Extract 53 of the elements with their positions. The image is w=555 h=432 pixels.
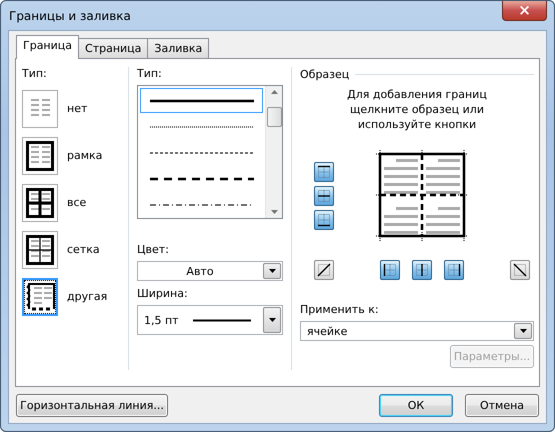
border-toggle-button[interactable] <box>314 260 334 280</box>
preview-hint: Для добавления границ щелкните образец или используйте кнопки <box>346 87 488 132</box>
preset-label: нет <box>67 102 88 115</box>
dialog-button[interactable]: Отмена <box>465 394 539 417</box>
dropdown-arrow-icon <box>520 329 526 333</box>
width-value: 1,5 пт <box>144 314 179 326</box>
apply-to-value: ячейке <box>307 324 348 338</box>
tab[interactable]: Заливка <box>147 38 210 58</box>
border-preset-button[interactable] <box>22 278 58 316</box>
line-style-option[interactable] <box>140 88 263 113</box>
border-preset-button[interactable] <box>22 184 58 222</box>
apply-to-label: Применить к: <box>300 303 380 317</box>
tab[interactable]: Страница <box>78 38 148 58</box>
border-toggle-button[interactable] <box>380 260 400 280</box>
preset-label: другая <box>67 290 108 303</box>
line-sample-icon <box>150 202 254 208</box>
dropdown-arrow-icon <box>268 318 276 322</box>
dropdown-arrow-icon <box>268 269 276 273</box>
dialog-button[interactable]: ОК <box>379 394 453 417</box>
border-toggle-button[interactable] <box>314 162 334 182</box>
border-preset-button[interactable] <box>22 136 58 174</box>
line-sample-icon <box>150 98 254 104</box>
line-style-list[interactable] <box>137 85 283 219</box>
preset-label: все <box>67 196 86 209</box>
width-label: Ширина: <box>137 287 189 301</box>
preset-label: сетка <box>67 243 100 256</box>
horizontal-line-button[interactable]: Горизонтальная линия... <box>16 394 168 417</box>
width-dropdown[interactable]: 1,5 пт <box>137 305 283 335</box>
border-toggle-button[interactable] <box>412 260 432 280</box>
border-toggle-button[interactable] <box>444 260 464 280</box>
border-toggle-button[interactable] <box>510 260 530 280</box>
color-dropdown[interactable]: Авто <box>137 261 283 281</box>
color-label: Цвет: <box>137 243 170 257</box>
scrollbar[interactable] <box>265 86 282 218</box>
scroll-up-icon[interactable] <box>270 90 278 94</box>
border-preset-button[interactable] <box>22 230 58 268</box>
line-sample-icon <box>150 150 254 156</box>
style-heading: Тип: <box>137 67 163 81</box>
preview-heading: Образец <box>300 68 350 80</box>
preset-heading: Тип: <box>22 67 48 81</box>
tab[interactable]: Граница <box>16 35 80 59</box>
border-toggle-button[interactable] <box>314 210 334 230</box>
preset-label: рамка <box>67 149 102 162</box>
scroll-down-icon[interactable] <box>270 210 278 214</box>
close-button[interactable]: × <box>502 1 547 21</box>
line-sample-icon <box>150 176 254 182</box>
window-title: Границы и заливка <box>9 8 131 23</box>
line-width-sample-icon <box>192 318 251 322</box>
scrollbar-thumb[interactable] <box>266 107 282 127</box>
color-value: Авто <box>186 264 214 278</box>
border-toggle-button[interactable] <box>314 186 334 206</box>
line-sample-icon <box>150 124 254 130</box>
apply-to-dropdown[interactable]: ячейке <box>300 321 534 341</box>
